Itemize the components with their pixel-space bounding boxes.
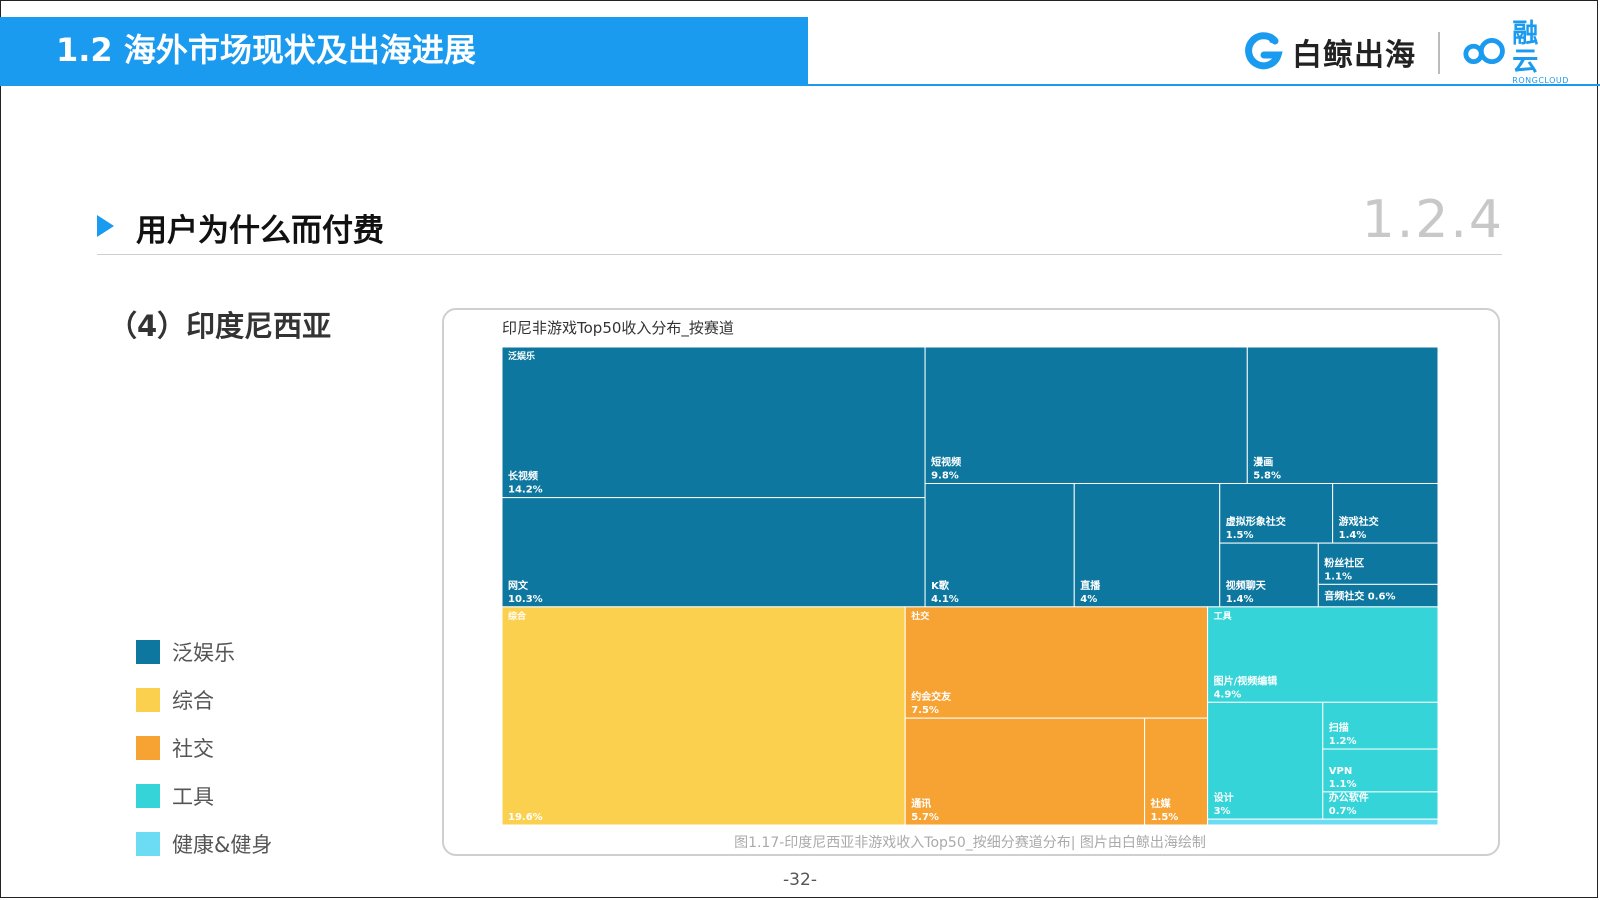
legend-label: 工具 <box>172 785 214 809</box>
section-title: 用户为什么而付费 <box>136 213 384 249</box>
treemap-tile <box>924 347 1248 484</box>
treemap-tile <box>904 717 1146 825</box>
chart-legend: 泛娱乐 综合 社交 工具 健康&健身 <box>136 628 272 868</box>
chart-caption: 图1.17-印度尼西亚非游戏收入Top50_按细分赛道分布| 图片由白鲸出海绘制 <box>734 835 1206 851</box>
treemap-tile-value: 7.5% <box>911 705 939 716</box>
section-number: 1.2.4 <box>1361 190 1504 250</box>
treemap-chart: 长视频 14.2% 网文 10.3% 短视频 9.8% 漫画 5.8% K歌 4.1% 直播 4% 虚拟… <box>502 347 1438 825</box>
section-arrow-icon <box>97 215 114 237</box>
treemap-group-label: 综合 <box>508 610 527 622</box>
treemap-tile-name: 粉丝社区 <box>1324 556 1364 569</box>
legend-item: 工具 <box>136 772 272 820</box>
treemap-tile-value: 3% <box>1214 806 1231 817</box>
treemap-tile-value: 5.7% <box>911 812 939 823</box>
legend-item: 社交 <box>136 724 272 772</box>
treemap-tile-value: 1.4% <box>1226 594 1254 605</box>
treemap-tile-name: 办公软件 <box>1329 791 1369 804</box>
treemap-tile <box>502 497 926 608</box>
treemap-tile-name: 虚拟形象社交 <box>1226 515 1286 528</box>
treemap-tile-value: 5.8% <box>1253 470 1281 481</box>
baijing-logo-icon <box>1245 32 1283 70</box>
brand-divider <box>1438 32 1440 74</box>
treemap-group-label: 工具 <box>1214 611 1232 622</box>
legend-label: 社交 <box>172 737 214 761</box>
treemap-tile-name: 视频聊天 <box>1226 579 1267 592</box>
treemap-tile-name: 网文 <box>508 579 529 592</box>
treemap-tile-value: 1.2% <box>1329 736 1357 747</box>
treemap-tile-value: 1.4% <box>1339 530 1367 541</box>
treemap-tile-value: 1.5% <box>1226 530 1254 541</box>
treemap-tile-name: 漫画 <box>1253 456 1273 468</box>
treemap-tile-value: 1.5% <box>1151 812 1179 823</box>
legend-item: 健康&健身 <box>136 820 272 868</box>
treemap-tile-value: 0.7% <box>1329 806 1357 817</box>
treemap-tile-name: 长视频 <box>508 470 538 483</box>
treemap-tile-value: 1.1% <box>1329 779 1357 790</box>
treemap-tile-name: 设计 <box>1214 791 1234 804</box>
legend-label: 健康&健身 <box>172 833 273 857</box>
treemap-tile-value: 19.6% <box>508 812 543 823</box>
treemap-tile-value: 14.2% <box>508 485 543 496</box>
legend-swatch <box>136 640 160 664</box>
treemap-tile-value: 4.9% <box>1214 689 1242 700</box>
treemap-tile-name: 直播 <box>1080 579 1101 592</box>
baijing-wordmark: 白鲸出海 <box>1292 38 1416 73</box>
treemap-tile <box>1207 818 1438 825</box>
treemap-tile-name: 短视频 <box>931 455 961 468</box>
header-title: 1.2 海外市场现状及出海进展 <box>56 31 476 69</box>
legend-swatch <box>136 832 160 856</box>
treemap-tile-value: 10.3% <box>508 594 543 605</box>
treemap-tile-value: 4% <box>1080 594 1097 605</box>
legend-swatch <box>136 784 160 808</box>
section-divider <box>97 254 1502 255</box>
treemap-tile-value: 9.8% <box>931 470 959 481</box>
rongyun-subtext: RONGCLOUD <box>1512 75 1569 85</box>
rongyun-wordmark: 融 云 <box>1512 18 1549 77</box>
legend-item: 综合 <box>136 676 272 724</box>
legend-item: 泛娱乐 <box>136 628 272 676</box>
header-rule <box>0 84 1600 86</box>
treemap-tile-name: K歌 <box>931 579 950 592</box>
treemap-tile-name: 通讯 <box>911 797 931 810</box>
treemap-group-label: 泛娱乐 <box>508 350 535 362</box>
treemap-tile <box>1207 606 1438 703</box>
rongyun-logo: 融 云 RONGCLOUD <box>1462 20 1600 85</box>
subsection-title: （4）印度尼西亚 <box>108 309 332 343</box>
baijing-logo: 白鲸出海 <box>1242 28 1416 76</box>
treemap-tile-name: 游戏社交 <box>1339 515 1379 528</box>
treemap-tile-label: 音频社交 0.6% <box>1324 590 1395 603</box>
treemap-tile-name: 扫描 <box>1329 721 1349 734</box>
rongyun-logo-icon <box>1463 38 1505 65</box>
treemap-tile <box>1246 347 1438 484</box>
treemap-tile-value: 4.1% <box>931 594 959 605</box>
chart-title: 印尼非游戏Top50收入分布_按赛道 <box>502 319 734 337</box>
treemap-tile-name: VPN <box>1329 766 1352 777</box>
treemap-tile <box>502 347 926 499</box>
page-number: -32- <box>783 870 817 890</box>
treemap-tile-name: 图片/视频编辑 <box>1214 674 1278 687</box>
treemap-tile-name: 社媒 <box>1150 797 1172 810</box>
legend-label: 泛娱乐 <box>172 641 235 665</box>
legend-label: 综合 <box>172 689 214 713</box>
legend-swatch <box>136 736 160 760</box>
treemap-tile <box>502 606 906 825</box>
treemap-group-label: 社交 <box>910 610 929 622</box>
treemap-tile-name: 约会交友 <box>911 690 951 703</box>
legend-swatch <box>136 688 160 712</box>
treemap-tile-value: 1.1% <box>1324 571 1352 582</box>
